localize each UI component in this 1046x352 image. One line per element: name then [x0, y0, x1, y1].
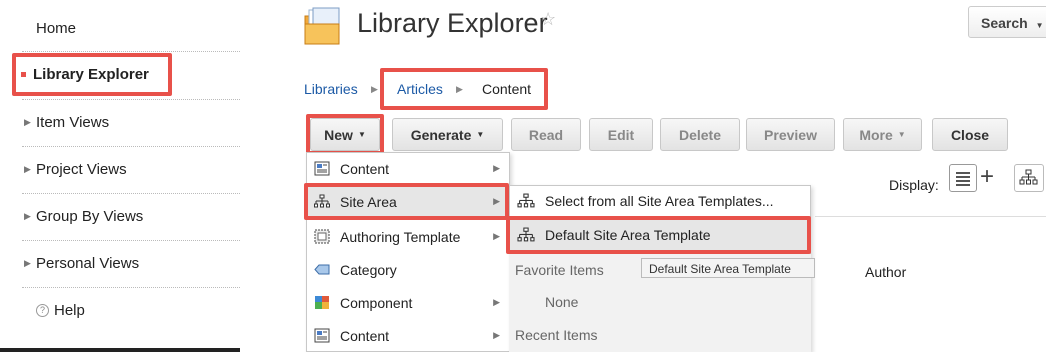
breadcrumb-articles[interactable]: Articles [397, 81, 443, 97]
menu-item-label: Component [340, 294, 413, 311]
new-button-highlight [306, 114, 384, 155]
read-button-label: Read [528, 126, 564, 143]
star-outline-icon[interactable]: ☆ [540, 9, 556, 30]
site-area-icon [517, 193, 535, 208]
menu-item-label: Authoring Template [340, 228, 461, 245]
menu-item-content-2[interactable]: Content ▶ [306, 319, 510, 352]
chevron-down-icon: ▼ [476, 130, 485, 139]
generate-button[interactable]: Generate ▼ [392, 118, 503, 151]
breadcrumb-arrow-icon: ▶ [456, 84, 463, 94]
page-title: Library Explorer [357, 8, 548, 38]
chevron-down-icon: ▼ [1035, 21, 1044, 30]
sidebar-item-help[interactable]: ? Help [0, 287, 240, 334]
component-icon [315, 296, 329, 309]
edit-button[interactable]: Edit [589, 118, 653, 151]
submenu-arrow-icon: ▶ [493, 330, 500, 340]
sidebar-item-project-views[interactable]: ▶ Project Views [0, 146, 240, 193]
close-button-label: Close [950, 126, 990, 143]
expand-triangle-icon: ▶ [24, 164, 31, 174]
expand-triangle-icon: ▶ [24, 117, 31, 127]
submenu-arrow-icon: ▶ [493, 196, 500, 206]
menu-item-site-area[interactable]: Site Area ▶ [306, 185, 510, 218]
sidebar-item-label: Personal Views [36, 255, 140, 272]
sidebar-item-label: Library Explorer [33, 66, 149, 83]
sidebar-item-label: Project Views [36, 161, 127, 178]
generate-button-label: Generate [410, 126, 472, 143]
site-area-icon [517, 227, 535, 242]
delete-button-label: Delete [678, 126, 722, 143]
breadcrumb-libraries[interactable]: Libraries [304, 81, 358, 97]
tree-view-icon[interactable] [1014, 164, 1044, 192]
sidebar-item-library-explorer[interactable]: Library Explorer [12, 53, 172, 96]
menu-item-label: Site Area [340, 193, 397, 210]
sidebar-bottom-bar [0, 348, 240, 352]
plus-icon[interactable]: + [980, 165, 994, 189]
default-site-area-template[interactable]: Default Site Area Template [509, 220, 711, 250]
favorite-items-header: Favorite Items [515, 262, 604, 278]
sidebar-item-label: Item Views [36, 114, 110, 131]
preview-button-label: Preview [764, 126, 817, 143]
library-folder-icon [304, 7, 340, 45]
breadcrumb-content: Content [482, 81, 532, 97]
sidebar-item-item-views[interactable]: ▶ Item Views [0, 99, 240, 146]
divider [22, 51, 240, 52]
menu-item-category[interactable]: Category [306, 253, 510, 286]
expand-triangle-icon: ▶ [24, 211, 31, 221]
chevron-down-icon: ▼ [897, 130, 906, 139]
more-button-label: More [859, 126, 893, 143]
content-icon [314, 161, 330, 176]
more-button[interactable]: More ▼ [843, 118, 922, 151]
sidebar-item-group-by-views[interactable]: ▶ Group By Views [0, 193, 240, 240]
preview-button[interactable]: Preview [746, 118, 835, 151]
menu-item-content[interactable]: Content ▶ [306, 152, 510, 185]
select-all-site-area-templates[interactable]: Select from all Site Area Templates... [509, 186, 774, 216]
submenu-item-label: Select from all Site Area Templates... [545, 193, 774, 209]
menu-item-label: Category [340, 261, 397, 278]
sidebar: Home Library Explorer ▶ Item Views ▶ Pro… [0, 0, 242, 352]
favorite-none-label: None [545, 294, 579, 310]
read-button[interactable]: Read [511, 118, 581, 151]
breadcrumb-arrow-icon: ▶ [371, 84, 378, 94]
search-button[interactable]: Search ▼ [968, 6, 1046, 38]
sidebar-item-label: Group By Views [36, 208, 144, 225]
expand-triangle-icon: ▶ [24, 258, 31, 268]
recent-items-header: Recent Items [515, 327, 598, 343]
display-label: Display: [889, 177, 939, 193]
menu-item-label: Content [340, 327, 390, 344]
sidebar-item-label: Home [36, 20, 77, 37]
menu-item-authoring-template[interactable]: Authoring Template ▶ [306, 220, 510, 253]
list-view-icon[interactable] [949, 164, 977, 192]
submenu-arrow-icon: ▶ [493, 297, 500, 307]
authoring-template-icon [314, 229, 330, 244]
tooltip: Default Site Area Template [641, 258, 815, 278]
help-icon: ? [36, 304, 49, 317]
edit-button-label: Edit [607, 126, 635, 143]
author-column-header[interactable]: Author [865, 264, 906, 280]
site-area-icon [314, 194, 330, 208]
sidebar-item-personal-views[interactable]: ▶ Personal Views [0, 240, 240, 287]
search-button-label: Search [981, 15, 1028, 31]
sidebar-item-home[interactable]: Home [0, 5, 240, 52]
table-header-rule [815, 216, 1046, 217]
sidebar-item-label: Help [54, 302, 85, 319]
submenu-arrow-icon: ▶ [493, 163, 500, 173]
active-bullet [21, 72, 26, 77]
delete-button[interactable]: Delete [660, 118, 740, 151]
content-icon [314, 328, 330, 343]
submenu-arrow-icon: ▶ [493, 231, 500, 241]
close-button[interactable]: Close [932, 118, 1008, 151]
submenu-item-label: Default Site Area Template [545, 227, 711, 243]
category-icon [314, 264, 330, 275]
menu-item-component[interactable]: Component ▶ [306, 286, 510, 319]
menu-item-label: Content [340, 160, 390, 177]
